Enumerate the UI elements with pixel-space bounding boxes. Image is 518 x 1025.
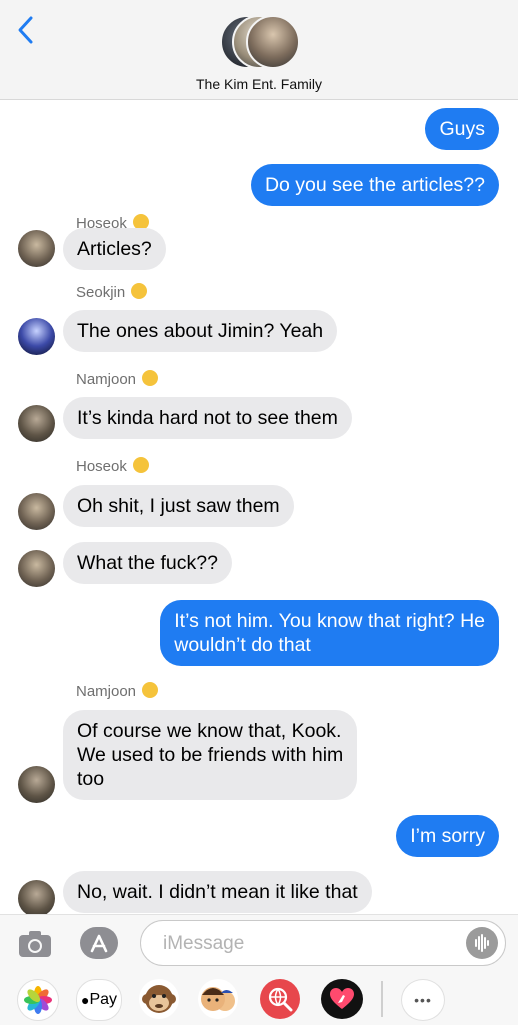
message-bubble-incoming[interactable]: No, wait. I didn’t mean it like that (63, 871, 372, 913)
app-store-icon[interactable] (79, 926, 119, 960)
message-bubble-outgoing[interactable]: I’m sorry (396, 815, 499, 857)
digital-touch-app-icon[interactable] (321, 979, 363, 1019)
sender-name: Namjoon (76, 682, 159, 700)
sunglasses-face-emoji-icon (131, 283, 148, 299)
avatar-namjoon[interactable] (18, 405, 55, 442)
avatar-hoseok[interactable] (18, 550, 55, 587)
message-bubble-incoming[interactable]: It’s kinda hard not to see them (63, 397, 352, 439)
message-bubble-incoming[interactable]: Oh shit, I just saw them (63, 485, 294, 527)
apple-logo-icon: ● (80, 992, 90, 1008)
audio-message-button[interactable] (466, 927, 498, 959)
sender-name: Seokjin (76, 283, 148, 301)
nerd-face-emoji-icon (142, 370, 159, 386)
message-bubble-outgoing[interactable]: Guys (425, 108, 499, 150)
more-apps-button[interactable]: ••• (401, 979, 445, 1021)
memoji-stickers-app-icon[interactable] (198, 979, 238, 1019)
apple-pay-app-icon[interactable]: ● Pay (76, 979, 122, 1021)
avatar-hoseok[interactable] (18, 493, 55, 530)
apple-pay-label: Pay (89, 991, 118, 1008)
monkey-face-icon (142, 985, 176, 1013)
camera-icon[interactable] (18, 929, 52, 959)
message-bubble-incoming[interactable]: Articles? (63, 228, 166, 270)
conversation-header: The Kim Ent. Family (0, 0, 518, 100)
message-bubble-outgoing[interactable]: It’s not him. You know that right? He wo… (160, 600, 499, 666)
heart-hand-icon (330, 988, 354, 1009)
avatar-namjoon[interactable] (18, 880, 55, 917)
composer-bar: ●Pay (0, 914, 518, 1025)
group-name[interactable]: The Kim Ent. Family (0, 76, 518, 92)
avatar-namjoon[interactable] (18, 766, 55, 803)
message-bubble-incoming[interactable]: What the fuck?? (63, 542, 232, 584)
avatar-hoseok[interactable] (18, 230, 55, 267)
sender-name-text: Seokjin (76, 284, 126, 301)
sender-name-text: Namjoon (76, 371, 137, 388)
photos-app-icon[interactable] (17, 979, 59, 1021)
search-images-app-icon[interactable] (260, 979, 300, 1019)
sender-name-text: Namjoon (76, 683, 137, 700)
nerd-face-emoji-icon (142, 682, 159, 698)
imessage-input[interactable] (140, 920, 506, 966)
app-drawer-divider (381, 981, 383, 1017)
waveform-icon (475, 934, 489, 952)
message-bubble-incoming[interactable]: The ones about Jimin? Yeah (63, 310, 338, 352)
message-text-input[interactable] (161, 927, 465, 961)
photos-flower-icon (24, 986, 52, 1014)
sender-name: Hoseok (76, 457, 149, 475)
message-bubble-outgoing[interactable]: Do you see the articles?? (250, 164, 499, 206)
back-chevron-icon[interactable] (14, 14, 40, 46)
avatar-seokjin[interactable] (18, 318, 55, 355)
message-bubble-incoming[interactable]: Of course we know that, Kook. We used to… (63, 710, 358, 800)
memoji-faces-icon (201, 987, 235, 1011)
memoji-monkey-app-icon[interactable] (139, 979, 179, 1019)
group-avatar-photo (246, 15, 300, 69)
sender-name: Namjoon (76, 370, 159, 388)
globe-search-icon (268, 987, 293, 1012)
sender-name-text: Hoseok (76, 458, 127, 475)
party-face-emoji-icon (132, 457, 149, 473)
app-drawer: ● Pay ••• (0, 979, 518, 1021)
group-avatar[interactable] (220, 15, 300, 69)
